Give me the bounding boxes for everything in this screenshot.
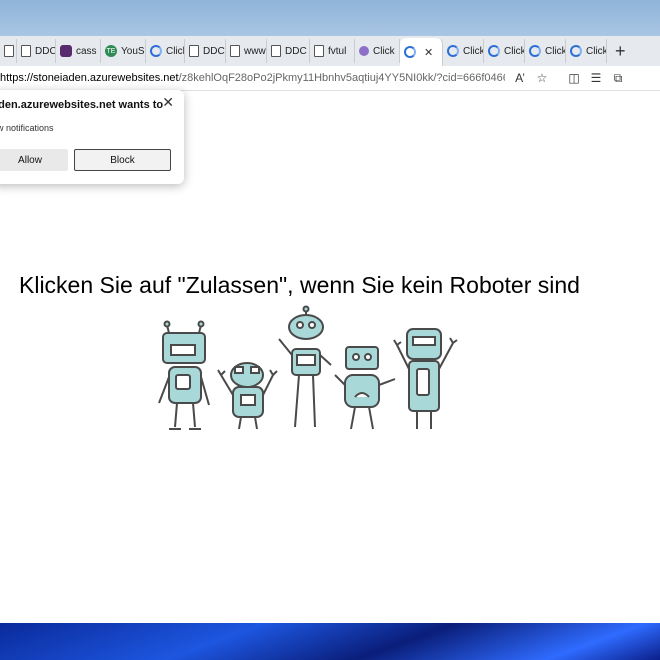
robot-illustration (217, 362, 278, 430)
badge-icon: TE (105, 45, 117, 57)
edge-icon (150, 45, 162, 57)
allow-button[interactable]: Allow (0, 149, 68, 171)
tab-label: YouS (121, 45, 145, 57)
document-icon (230, 45, 240, 57)
notification-permission-popup: aden.azurewebsites.net wants to ✕ ow not… (0, 90, 184, 184)
block-button[interactable]: Block (74, 149, 171, 171)
robot-illustration (158, 320, 210, 430)
read-aloud-icon[interactable]: A’ (509, 71, 531, 85)
document-icon (271, 45, 281, 57)
tab-item[interactable] (0, 39, 17, 63)
tab-label: Click (545, 45, 566, 57)
tab-item[interactable]: Click (525, 39, 566, 63)
tab-item[interactable]: Click (566, 39, 607, 63)
tab-label: DDC (35, 45, 56, 57)
tab-item[interactable]: Click (146, 39, 185, 63)
url-host: https://stoneiaden.azurewebsites.net (0, 72, 179, 84)
edge-icon (570, 45, 582, 57)
desktop-wallpaper (0, 623, 660, 660)
tab-label: fvtul (328, 45, 347, 57)
robot-illustration (334, 346, 396, 430)
tab-item[interactable]: DDC (17, 39, 56, 63)
tab-strip: DDC cass TE YouS Click DDC www. DDC fvtu… (0, 36, 660, 66)
url-path: /z8kehlOqF28oPo2jPkmy11Hbnhv5aqtiuj4YY5N… (178, 72, 505, 84)
document-icon (189, 45, 199, 57)
tab-item[interactable]: TE YouS (101, 39, 146, 63)
edge-icon (488, 45, 500, 57)
document-icon (4, 45, 14, 57)
document-icon (21, 45, 31, 57)
collections-icon[interactable]: ⧉ (607, 71, 629, 86)
page-headline: Klicken Sie auf "Zulassen", wenn Sie kei… (19, 272, 580, 298)
close-icon[interactable]: ✕ (162, 94, 174, 111)
address-bar: https://stoneiaden.azurewebsites.net/z8k… (0, 66, 660, 91)
window-titlebar (0, 0, 660, 36)
tab-item-active[interactable]: ✕ (400, 38, 443, 66)
edge-icon (529, 45, 541, 57)
tab-item[interactable]: Click (443, 39, 484, 63)
tab-label: Click (166, 45, 184, 57)
document-icon (314, 45, 324, 57)
app-icon (60, 45, 72, 57)
close-icon[interactable]: ✕ (424, 46, 433, 59)
robot-illustration (393, 328, 458, 429)
popup-description: ow notifications (0, 123, 54, 133)
tab-item[interactable]: DDC (267, 39, 310, 63)
tab-label: Click (504, 45, 525, 57)
tab-label: Click (586, 45, 607, 57)
edge-icon (447, 45, 459, 57)
tab-label: www. (244, 45, 267, 57)
tab-label: cass (76, 45, 97, 57)
favorite-star-icon[interactable]: ☆ (531, 71, 553, 85)
tab-item[interactable]: DDC (185, 39, 226, 63)
tab-item[interactable]: cass (56, 39, 101, 63)
globe-icon (359, 46, 369, 56)
tab-label: DDC (203, 45, 225, 57)
favorites-icon[interactable]: ☰ (585, 71, 607, 85)
split-screen-icon[interactable]: ◫ (563, 71, 585, 85)
robots-illustration (158, 305, 458, 430)
new-tab-button[interactable]: + (615, 41, 626, 62)
tab-label: DDC (285, 45, 307, 57)
tab-item[interactable]: Click (484, 39, 525, 63)
tab-label: Click (373, 45, 395, 57)
tab-item[interactable]: fvtul (310, 39, 355, 63)
popup-title: aden.azurewebsites.net wants to (0, 99, 164, 111)
url-field[interactable]: https://stoneiaden.azurewebsites.net/z8k… (0, 72, 505, 84)
robot-illustration (278, 305, 332, 428)
tab-label: Click (463, 45, 484, 57)
edge-icon (404, 46, 416, 58)
tab-item[interactable]: www. (226, 39, 267, 63)
tab-item[interactable]: Click (355, 39, 400, 63)
